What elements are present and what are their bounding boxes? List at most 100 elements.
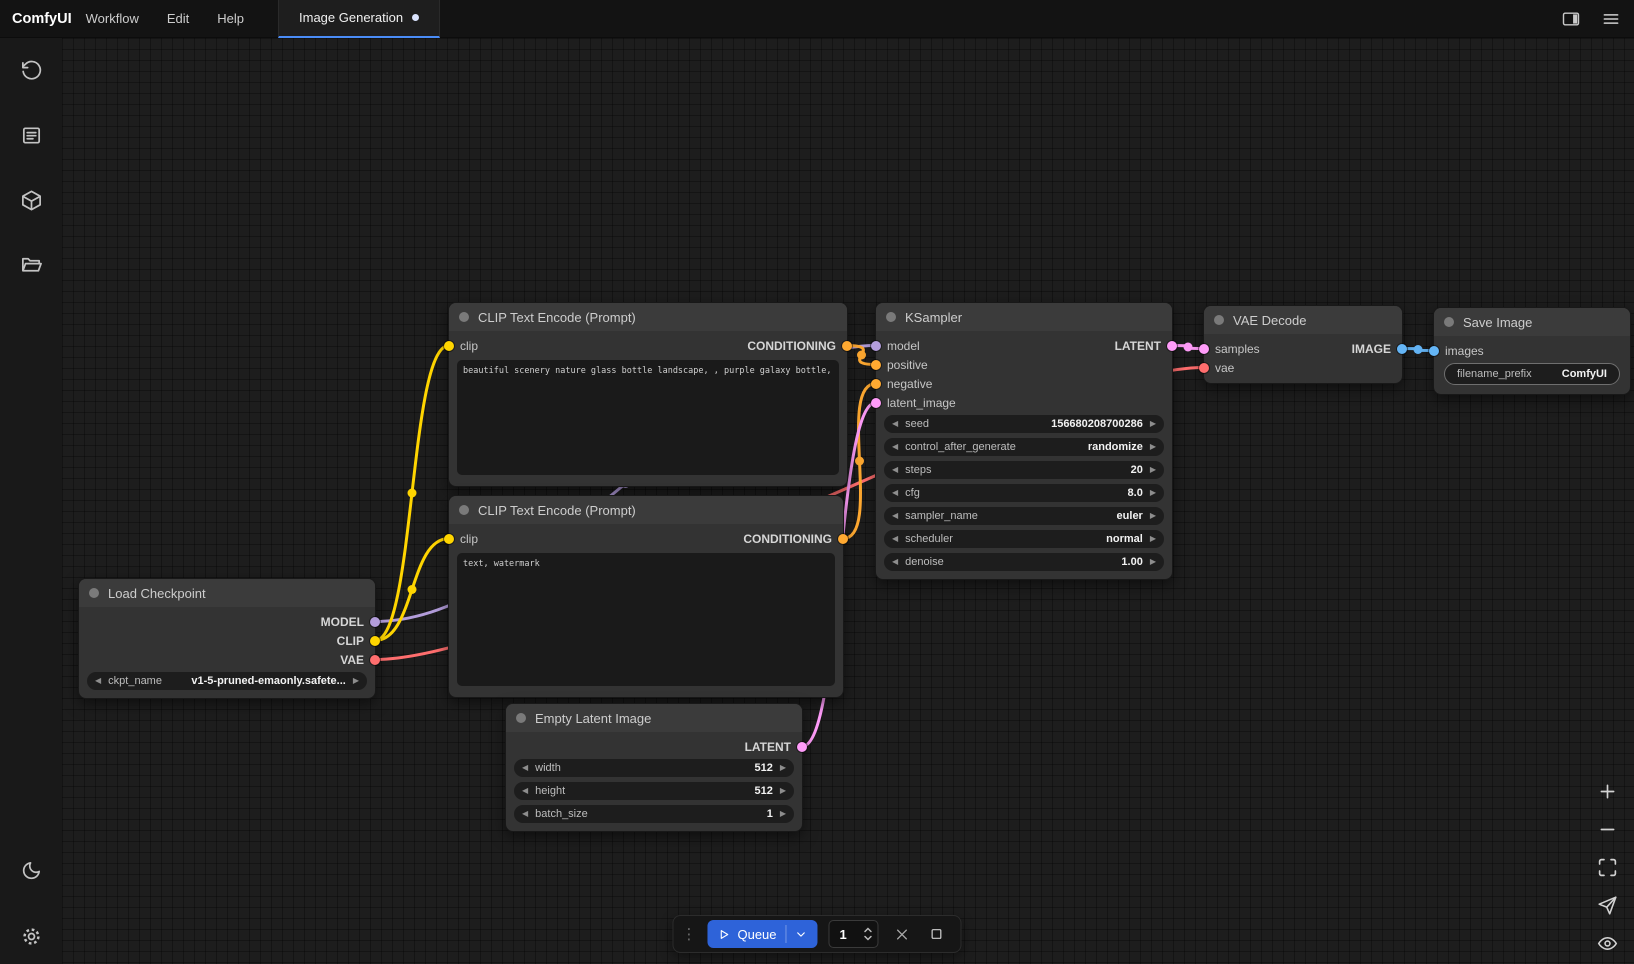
interrupt-button[interactable] <box>890 922 914 946</box>
input-port-model[interactable] <box>871 341 881 351</box>
batch-count-steppers[interactable] <box>864 927 873 941</box>
input-port-positive[interactable] <box>871 360 881 370</box>
queue-button[interactable]: Queue <box>707 920 817 948</box>
widget-seed[interactable]: ◀seed156680208700286▶ <box>884 415 1164 433</box>
widget-control-after-generate[interactable]: ◀control_after_generaterandomize▶ <box>884 438 1164 456</box>
node-header[interactable]: CLIP Text Encode (Prompt) <box>449 496 843 524</box>
widget-increment-arrow-icon[interactable]: ▶ <box>1150 466 1156 474</box>
widget-scheduler[interactable]: ◀schedulernormal▶ <box>884 530 1164 548</box>
node-collapse-dot[interactable] <box>89 588 99 598</box>
node-load-checkpoint[interactable]: Load CheckpointMODELCLIPVAE◀ckpt_namev1-… <box>78 578 376 699</box>
visibility-toggle-button[interactable] <box>1596 932 1618 954</box>
toolbar-drag-handle[interactable]: ⋮ <box>681 927 696 942</box>
widget-increment-arrow-icon[interactable]: ▶ <box>780 787 786 795</box>
widget-increment-arrow-icon[interactable]: ▶ <box>353 677 359 685</box>
node-collapse-dot[interactable] <box>886 312 896 322</box>
workflows-button[interactable] <box>17 251 45 279</box>
output-port-image[interactable] <box>1397 344 1407 354</box>
widget-increment-arrow-icon[interactable]: ▶ <box>1150 489 1156 497</box>
node-save-image[interactable]: Save Imageimagesfilename_prefixComfyUI <box>1433 307 1631 395</box>
widget-denoise[interactable]: ◀denoise1.00▶ <box>884 553 1164 571</box>
widget-decrement-arrow-icon[interactable]: ◀ <box>892 558 898 566</box>
batch-count-spinner[interactable]: 1 <box>829 920 879 948</box>
output-port-model[interactable] <box>370 617 380 627</box>
main-menu-button[interactable] <box>1594 4 1628 34</box>
node-header[interactable]: VAE Decode <box>1204 306 1402 334</box>
node-vae-decode[interactable]: VAE DecodesamplesvaeIMAGE <box>1203 305 1403 384</box>
node-header[interactable]: Empty Latent Image <box>506 704 802 732</box>
input-port-negative[interactable] <box>871 379 881 389</box>
model-library-button[interactable] <box>17 186 45 214</box>
widget-batch-size[interactable]: ◀batch_size1▶ <box>514 805 794 823</box>
node-ksampler[interactable]: KSamplermodelpositivenegativelatent_imag… <box>875 302 1173 580</box>
widget-decrement-arrow-icon[interactable]: ◀ <box>892 535 898 543</box>
widget-increment-arrow-icon[interactable]: ▶ <box>1150 443 1156 451</box>
widget-decrement-arrow-icon[interactable]: ◀ <box>522 764 528 772</box>
fit-view-button[interactable] <box>1596 856 1618 878</box>
stepper-up-icon[interactable] <box>864 927 873 933</box>
prompt-textarea[interactable]: text, watermark <box>457 553 835 686</box>
input-port-latent-image[interactable] <box>871 398 881 408</box>
widget-decrement-arrow-icon[interactable]: ◀ <box>522 810 528 818</box>
sidebar-queue-button[interactable] <box>17 121 45 149</box>
widget-decrement-arrow-icon[interactable]: ◀ <box>892 466 898 474</box>
select-mode-button[interactable] <box>1596 894 1618 916</box>
stepper-down-icon[interactable] <box>864 935 873 941</box>
node-header[interactable]: Save Image <box>1434 308 1630 336</box>
node-header[interactable]: CLIP Text Encode (Prompt) <box>449 303 847 331</box>
widget-decrement-arrow-icon[interactable]: ◀ <box>95 677 101 685</box>
node-header[interactable]: KSampler <box>876 303 1172 331</box>
tab-image-generation[interactable]: Image Generation <box>278 0 440 38</box>
output-port-conditioning[interactable] <box>842 341 852 351</box>
output-port-conditioning[interactable] <box>838 534 848 544</box>
widget-decrement-arrow-icon[interactable]: ◀ <box>892 420 898 428</box>
widget-increment-arrow-icon[interactable]: ▶ <box>1150 558 1156 566</box>
output-port-latent[interactable] <box>797 742 807 752</box>
widget-decrement-arrow-icon[interactable]: ◀ <box>892 489 898 497</box>
widget-increment-arrow-icon[interactable]: ▶ <box>1150 420 1156 428</box>
node-collapse-dot[interactable] <box>459 312 469 322</box>
stop-button[interactable] <box>925 922 949 946</box>
input-port-clip[interactable] <box>444 341 454 351</box>
widget-decrement-arrow-icon[interactable]: ◀ <box>522 787 528 795</box>
prompt-textarea[interactable]: beautiful scenery nature glass bottle la… <box>457 360 839 475</box>
input-port-samples[interactable] <box>1199 344 1209 354</box>
widget-height[interactable]: ◀height512▶ <box>514 782 794 800</box>
queue-options-chevron[interactable] <box>786 925 808 943</box>
output-port-vae[interactable] <box>370 655 380 665</box>
node-collapse-dot[interactable] <box>1444 317 1454 327</box>
widget-sampler-name[interactable]: ◀sampler_nameeuler▶ <box>884 507 1164 525</box>
input-port-images[interactable] <box>1429 346 1439 356</box>
widget-increment-arrow-icon[interactable]: ▶ <box>1150 535 1156 543</box>
widget-ckpt-name[interactable]: ◀ckpt_namev1-5-pruned-emaonly.safete...▶ <box>87 672 367 690</box>
widget-increment-arrow-icon[interactable]: ▶ <box>780 810 786 818</box>
menu-workflow[interactable]: Workflow <box>86 11 139 26</box>
node-empty-latent-image[interactable]: Empty Latent ImageLATENT◀width512▶◀heigh… <box>505 703 803 832</box>
panel-toggle-button[interactable] <box>1554 4 1588 34</box>
settings-button[interactable] <box>17 922 45 950</box>
input-port-vae[interactable] <box>1199 363 1209 373</box>
node-header[interactable]: Load Checkpoint <box>79 579 375 607</box>
widget-decrement-arrow-icon[interactable]: ◀ <box>892 443 898 451</box>
zoom-in-button[interactable] <box>1596 780 1618 802</box>
node-collapse-dot[interactable] <box>516 713 526 723</box>
output-port-clip[interactable] <box>370 636 380 646</box>
widget-steps[interactable]: ◀steps20▶ <box>884 461 1164 479</box>
output-port-latent[interactable] <box>1167 341 1177 351</box>
menu-edit[interactable]: Edit <box>167 11 189 26</box>
widget-filename-prefix[interactable]: filename_prefixComfyUI <box>1444 363 1620 385</box>
widget-width[interactable]: ◀width512▶ <box>514 759 794 777</box>
node-canvas[interactable]: Load CheckpointMODELCLIPVAE◀ckpt_namev1-… <box>62 38 1634 964</box>
node-clip-text-encode-positive[interactable]: CLIP Text Encode (Prompt)clipCONDITIONIN… <box>448 302 848 487</box>
node-collapse-dot[interactable] <box>459 505 469 515</box>
workflow-history-button[interactable] <box>17 56 45 84</box>
input-port-clip[interactable] <box>444 534 454 544</box>
widget-decrement-arrow-icon[interactable]: ◀ <box>892 512 898 520</box>
theme-toggle-button[interactable] <box>17 856 45 884</box>
widget-increment-arrow-icon[interactable]: ▶ <box>1150 512 1156 520</box>
node-collapse-dot[interactable] <box>1214 315 1224 325</box>
menu-help[interactable]: Help <box>217 11 244 26</box>
node-clip-text-encode-negative[interactable]: CLIP Text Encode (Prompt)clipCONDITIONIN… <box>448 495 844 698</box>
widget-cfg[interactable]: ◀cfg8.0▶ <box>884 484 1164 502</box>
widget-increment-arrow-icon[interactable]: ▶ <box>780 764 786 772</box>
